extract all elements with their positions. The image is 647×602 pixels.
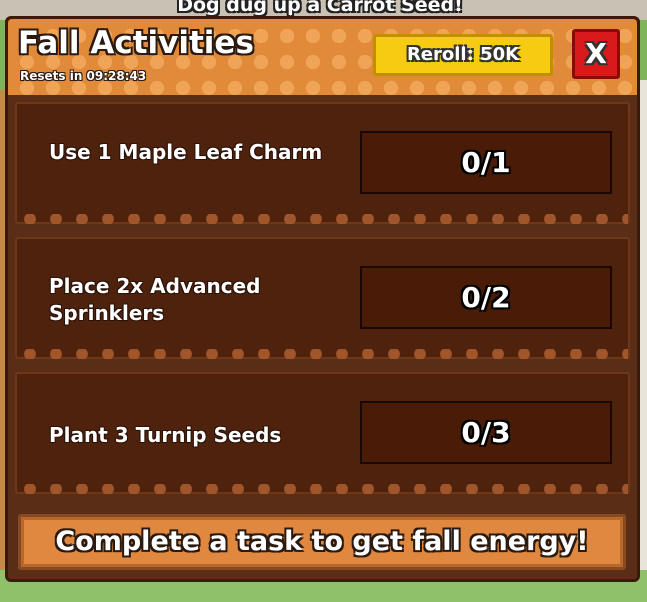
notification-toast: Dog dug up a Carrot Seed!	[177, 0, 463, 16]
task-progress: 0/1	[360, 131, 612, 194]
task-row: Plant 3 Turnip Seeds 0/3	[15, 372, 630, 494]
reset-timer: Resets in 09:28:43	[20, 69, 147, 83]
panel-title: Fall Activities	[18, 25, 254, 61]
task-row: Place 2x Advanced Sprinklers 0/2	[15, 237, 630, 359]
task-label: Place 2x Advanced Sprinklers	[49, 274, 261, 325]
task-row: Use 1 Maple Leaf Charm 0/1	[15, 102, 630, 224]
fall-activities-panel: Fall Activities Resets in 09:28:43 Rerol…	[5, 16, 640, 582]
task-progress: 0/3	[360, 401, 612, 464]
close-button[interactable]: X	[572, 29, 620, 79]
footer-hint-banner: Complete a task to get fall energy!	[18, 514, 626, 570]
task-progress: 0/2	[360, 266, 612, 329]
task-label: Plant 3 Turnip Seeds	[49, 423, 282, 447]
task-label: Use 1 Maple Leaf Charm	[49, 140, 323, 164]
reroll-button[interactable]: Reroll: 50K	[373, 34, 553, 76]
panel-header: Fall Activities Resets in 09:28:43 Rerol…	[8, 19, 637, 95]
